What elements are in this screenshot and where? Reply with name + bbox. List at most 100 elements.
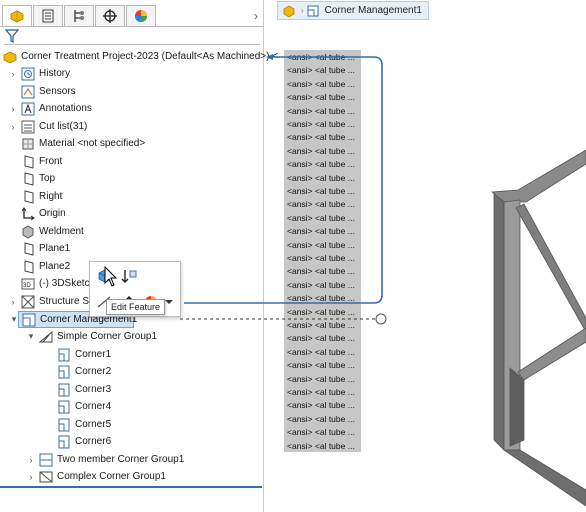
- corner-icon: [57, 400, 71, 414]
- cut-list-callout-item[interactable]: <ansi> <al tube ...: [287, 307, 361, 320]
- cut-list-callout-item[interactable]: <ansi> <al tube ...: [287, 320, 361, 333]
- cut-list-callout-item[interactable]: <ansi> <al tube ...: [287, 280, 361, 293]
- corner-icon: [57, 348, 71, 362]
- material-icon: [21, 137, 35, 151]
- corner-group-icon: [38, 330, 53, 344]
- feature-manager-icon: [10, 10, 24, 23]
- edit-feature-tooltip: Edit Feature: [106, 299, 166, 315]
- filter-row: [0, 29, 264, 45]
- weldment-icon: [21, 224, 35, 239]
- tab-dimxpert-manager[interactable]: [95, 5, 125, 27]
- cut-list-callout-item[interactable]: <ansi> <al tube ...: [287, 253, 361, 266]
- cut-list-callout-item[interactable]: <ansi> <al tube ...: [287, 199, 361, 212]
- tree-item-weldment[interactable]: Weldment: [0, 223, 262, 240]
- tree-item-complex-corner-group[interactable]: › Complex Corner Group1: [0, 468, 262, 485]
- expand-arrow-icon[interactable]: ›: [27, 455, 35, 465]
- cut-list-callout-item[interactable]: <ansi> <al tube ...: [287, 92, 361, 105]
- tree-item-annotations[interactable]: › Annotations: [0, 100, 262, 117]
- tree-item-corner[interactable]: Corner2: [0, 363, 262, 380]
- corner-management-icon: [307, 5, 319, 16]
- tree-item-label: Simple Corner Group1: [57, 331, 158, 342]
- graphics-area-model[interactable]: [490, 150, 586, 512]
- tree-item-label: (-) 3DSketch: [39, 278, 96, 289]
- cut-list-callout-item[interactable]: <ansi> <al tube ...: [287, 146, 361, 159]
- tab-property-manager[interactable]: [33, 5, 63, 27]
- tree-item-corner[interactable]: Corner1: [0, 346, 262, 363]
- tree-item-material-not-specified[interactable]: Material <not specified>: [0, 135, 262, 152]
- tree-item-right[interactable]: Right: [0, 188, 262, 205]
- tab-configuration-manager[interactable]: [64, 5, 94, 27]
- tree-item-label: Corner6: [75, 436, 112, 447]
- tree-item-cut-list-31[interactable]: › Cut list(31): [0, 118, 262, 135]
- tree-item-label: Sensors: [39, 86, 76, 97]
- tree-item-front[interactable]: Front: [0, 153, 262, 170]
- cut-list-icon: [21, 120, 35, 134]
- corner-management-icon: [22, 313, 36, 327]
- tree-root[interactable]: Corner Treatment Project-2023 (Default<A…: [0, 48, 278, 65]
- tab-feature-manager[interactable]: [2, 5, 32, 27]
- cut-list-callout-item[interactable]: <ansi> <al tube ...: [287, 79, 361, 92]
- rollback-icon[interactable]: [120, 267, 138, 285]
- property-manager-icon: [42, 9, 54, 23]
- cut-list-callout-item[interactable]: <ansi> <al tube ...: [287, 213, 361, 226]
- tree-item-label: Plane1: [39, 243, 71, 254]
- cut-list-callout-item[interactable]: <ansi> <al tube ...: [287, 387, 361, 400]
- expand-arrow-icon[interactable]: ›: [9, 122, 17, 132]
- tree-item-sensors[interactable]: Sensors: [0, 83, 262, 100]
- collapse-arrow-icon[interactable]: ▾: [10, 314, 18, 325]
- cut-list-callout-item[interactable]: <ansi> <al tube ...: [287, 333, 361, 346]
- cut-list-callout-item[interactable]: <ansi> <al tube ...: [287, 266, 361, 279]
- tree-item-label: Corner2: [75, 366, 112, 377]
- cut-list-callout-item[interactable]: <ansi> <al tube ...: [287, 441, 361, 454]
- filter-input[interactable]: [4, 43, 260, 45]
- tree-item-label: Weldment: [39, 226, 84, 237]
- tree-item-corner[interactable]: Corner5: [0, 416, 262, 433]
- tree-item-corner[interactable]: Corner6: [0, 433, 262, 450]
- tree-item-label: Complex Corner Group1: [57, 471, 166, 482]
- cut-list-callout-item[interactable]: <ansi> <al tube ...: [287, 119, 361, 132]
- cut-list-callout-item[interactable]: <ansi> <al tube ...: [287, 240, 361, 253]
- cut-list-callout-item[interactable]: <ansi> <al tube ...: [287, 65, 361, 78]
- collapse-arrow-icon[interactable]: ▾: [27, 331, 35, 342]
- cut-list-callout-item[interactable]: <ansi> <al tube ...: [287, 106, 361, 119]
- tab-scroll-right-icon[interactable]: ›: [254, 9, 258, 23]
- cut-list-callout-item[interactable]: <ansi> <al tube ...: [287, 374, 361, 387]
- tree-item-label: Two member Corner Group1: [57, 454, 185, 465]
- cut-list-callout-item[interactable]: <ansi> <al tube ...: [287, 186, 361, 199]
- cut-list-callout-item[interactable]: <ansi> <al tube ...: [287, 347, 361, 360]
- cut-list-callout-item[interactable]: <ansi> <al tube ...: [287, 293, 361, 306]
- expand-arrow-icon[interactable]: ›: [9, 69, 17, 79]
- cut-list-callout-item[interactable]: <ansi> <al tube ...: [287, 159, 361, 172]
- cut-list-callout-item[interactable]: <ansi> <al tube ...: [287, 414, 361, 427]
- tree-item-label: Origin: [39, 208, 66, 219]
- expand-arrow-icon[interactable]: ›: [27, 472, 35, 482]
- tree-item-top[interactable]: Top: [0, 170, 262, 187]
- tree-item-two-member-corner-group[interactable]: › Two member Corner Group1: [0, 451, 262, 468]
- history-icon: [21, 67, 35, 81]
- corner-icon: [57, 435, 71, 449]
- cut-list-callout-item[interactable]: <ansi> <al tube ...: [287, 427, 361, 440]
- feature-manager-panel: › Corner Treatment Project-2023 (Default…: [0, 0, 278, 512]
- expand-arrow-icon[interactable]: ›: [9, 297, 17, 307]
- configuration-manager-icon: [74, 10, 84, 22]
- filter-icon[interactable]: [5, 29, 19, 43]
- tree-item-history[interactable]: › History: [0, 65, 262, 82]
- cut-list-callout-item[interactable]: <ansi> <al tube ...: [287, 132, 361, 145]
- cut-list-callout-item[interactable]: <ansi> <al tube ...: [287, 173, 361, 186]
- tree-item-label: Corner4: [75, 401, 112, 412]
- tree-item-plane1[interactable]: Plane1: [0, 240, 262, 257]
- cut-list-callout-column: <ansi> <al tube ... <ansi> <al tube ... <a…: [284, 50, 361, 452]
- tree-item-corner[interactable]: Corner4: [0, 398, 262, 415]
- cut-list-callout-item[interactable]: <ansi> <al tube ...: [287, 360, 361, 373]
- tree-item-origin[interactable]: Origin: [0, 205, 262, 222]
- tab-display-manager[interactable]: [126, 5, 156, 27]
- breadcrumb[interactable]: › Corner Management1: [277, 1, 429, 20]
- svg-text:3D: 3D: [23, 283, 31, 289]
- cut-list-callout-item[interactable]: <ansi> <al tube ...: [287, 52, 361, 65]
- cut-list-callout-item[interactable]: <ansi> <al tube ...: [287, 226, 361, 239]
- tree-item-simple-corner-group[interactable]: ▾ Simple Corner Group1: [0, 328, 262, 345]
- expand-arrow-icon[interactable]: ›: [9, 104, 17, 114]
- corner-icon: [57, 418, 71, 432]
- tree-item-corner[interactable]: Corner3: [0, 381, 262, 398]
- cut-list-callout-item[interactable]: <ansi> <al tube ...: [287, 400, 361, 413]
